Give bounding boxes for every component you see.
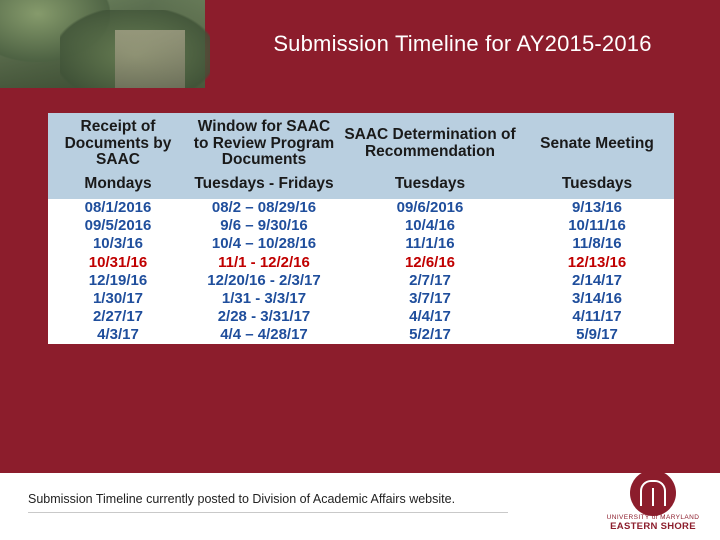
cell-window: 12/20/16 - 2/3/17: [188, 271, 340, 290]
cell-senate: 2/14/17: [520, 271, 674, 290]
table-body: Mondays Tuesdays - Fridays Tuesdays Tues…: [48, 173, 674, 345]
subheader-window: Tuesdays - Fridays: [188, 173, 340, 199]
seal-icon: [630, 470, 676, 516]
campus-photo: [0, 0, 210, 88]
cell-determination: 10/4/16: [340, 217, 520, 236]
column-header-senate: Senate Meeting: [520, 113, 674, 174]
table-row: 1/30/17 1/31 - 3/3/17 3/7/17 3/14/16: [48, 289, 674, 309]
table-row: 2/27/17 2/28 - 3/31/17 4/4/17 4/11/17: [48, 308, 674, 327]
column-header-window: Window for SAAC to Review Program Docume…: [188, 113, 340, 174]
table-row: 10/3/16 10/4 – 10/28/16 11/1/16 11/8/16: [48, 235, 674, 254]
cell-senate: 9/13/16: [520, 198, 674, 218]
submission-timeline-table: Receipt of Documents by SAAC Window for …: [48, 113, 674, 345]
slide-banner: Submission Timeline for AY2015-2016: [0, 0, 720, 88]
cell-window: 08/2 – 08/29/16: [188, 198, 340, 218]
cell-window: 1/31 - 3/3/17: [188, 289, 340, 309]
cell-window: 2/28 - 3/31/17: [188, 308, 340, 327]
cell-window: 10/4 – 10/28/16: [188, 235, 340, 254]
table-header: Receipt of Documents by SAAC Window for …: [48, 113, 674, 174]
cell-receipt: 08/1/2016: [48, 198, 188, 218]
footer-note: Submission Timeline currently posted to …: [28, 492, 456, 506]
table-header-row: Receipt of Documents by SAAC Window for …: [48, 113, 674, 174]
page-title: Submission Timeline for AY2015-2016: [273, 31, 652, 56]
university-logo: UNIVERSITY of MARYLAND EASTERN SHORE: [598, 470, 708, 532]
cell-receipt: 12/19/16: [48, 271, 188, 290]
cell-determination: 3/7/17: [340, 289, 520, 309]
cell-receipt: 10/31/16: [48, 253, 188, 272]
table-row: 4/3/17 4/4 – 4/28/17 5/2/17 5/9/17: [48, 326, 674, 345]
cell-window: 9/6 – 9/30/16: [188, 217, 340, 236]
column-header-receipt: Receipt of Documents by SAAC: [48, 113, 188, 174]
table-row: 12/19/16 12/20/16 - 2/3/17 2/7/17 2/14/1…: [48, 271, 674, 290]
subheader-receipt: Mondays: [48, 173, 188, 199]
cell-senate: 10/11/16: [520, 217, 674, 236]
table-row: 09/5/2016 9/6 – 9/30/16 10/4/16 10/11/16: [48, 217, 674, 236]
logo-line-2: EASTERN SHORE: [610, 521, 696, 532]
slide-canvas: Submission Timeline for AY2015-2016 Rece…: [0, 0, 720, 540]
cell-senate: 4/11/17: [520, 308, 674, 327]
logo-line-1: UNIVERSITY of MARYLAND: [606, 514, 700, 521]
cell-window: 4/4 – 4/28/17: [188, 326, 340, 345]
cell-window: 11/1 - 12/2/16: [188, 253, 340, 272]
cell-receipt: 4/3/17: [48, 326, 188, 345]
cell-senate: 11/8/16: [520, 235, 674, 254]
cell-senate: 3/14/16: [520, 289, 674, 309]
cell-senate: 5/9/17: [520, 326, 674, 345]
column-header-determination: SAAC Determination of Recommendation: [340, 113, 520, 174]
cell-determination: 09/6/2016: [340, 198, 520, 218]
table-row: 10/31/16 11/1 - 12/2/16 12/6/16 12/13/16: [48, 253, 674, 272]
table-subheader-row: Mondays Tuesdays - Fridays Tuesdays Tues…: [48, 173, 674, 199]
cell-senate: 12/13/16: [520, 253, 674, 272]
cell-determination: 11/1/16: [340, 235, 520, 254]
footer-divider: [28, 512, 508, 513]
cell-receipt: 1/30/17: [48, 289, 188, 309]
cell-determination: 5/2/17: [340, 326, 520, 345]
arch-glyph: [640, 480, 666, 506]
subheader-senate: Tuesdays: [520, 173, 674, 199]
subheader-determination: Tuesdays: [340, 173, 520, 199]
cell-determination: 12/6/16: [340, 253, 520, 272]
building-shape: [115, 30, 185, 88]
table-row: 08/1/2016 08/2 – 08/29/16 09/6/2016 9/13…: [48, 198, 674, 218]
cell-receipt: 09/5/2016: [48, 217, 188, 236]
cell-receipt: 10/3/16: [48, 235, 188, 254]
cell-determination: 4/4/17: [340, 308, 520, 327]
cell-determination: 2/7/17: [340, 271, 520, 290]
cell-receipt: 2/27/17: [48, 308, 188, 327]
